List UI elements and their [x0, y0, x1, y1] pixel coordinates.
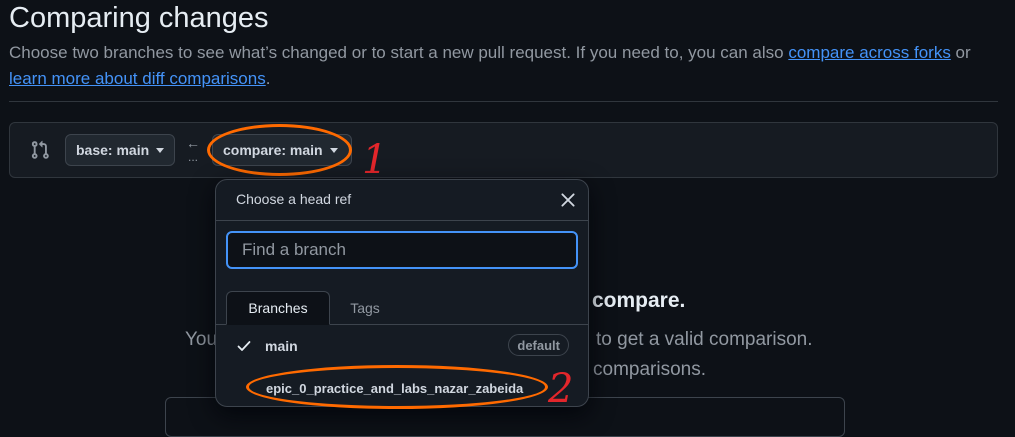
background-text: to get a valid comparison. — [596, 329, 813, 350]
annotation-number-1: 1 — [362, 137, 388, 183]
check-icon — [237, 341, 251, 351]
branch-item-main[interactable]: main default — [216, 326, 588, 366]
description-text-or: or — [950, 43, 971, 62]
caret-down-icon — [156, 147, 165, 153]
branch-item-label: main — [265, 338, 298, 354]
branch-filter-input[interactable] — [226, 231, 578, 269]
learn-more-link[interactable]: learn more about diff comparisons — [9, 69, 266, 88]
page-description: Choose two branches to see what’s change… — [9, 40, 1009, 92]
range-dots: ... — [188, 150, 199, 164]
annotation-number-2: 2 — [548, 366, 574, 412]
background-text: You — [185, 329, 218, 350]
menu-header: Choose a head ref — [216, 180, 588, 221]
close-icon[interactable] — [558, 190, 578, 210]
divider — [9, 101, 998, 102]
compare-across-forks-link[interactable]: compare across forks — [788, 43, 951, 62]
annotation-circle-2 — [246, 365, 548, 409]
git-compare-icon — [31, 140, 49, 159]
default-badge: default — [508, 334, 569, 356]
annotation-circle-1 — [207, 124, 352, 176]
description-text-end: . — [265, 69, 271, 88]
tab-tags[interactable]: Tags — [334, 291, 396, 325]
background-heading: compare. — [592, 289, 686, 312]
base-branch-label: base: main — [76, 142, 150, 158]
menu-title: Choose a head ref — [236, 191, 352, 207]
menu-tabs: Branches Tags — [216, 284, 588, 325]
base-branch-button[interactable]: base: main — [65, 134, 175, 166]
arrow-left-icon: ← — [186, 135, 200, 151]
background-text: comparisons. — [593, 359, 706, 380]
description-text: Choose two branches to see what’s change… — [9, 43, 789, 62]
page-title: Comparing changes — [9, 2, 269, 34]
tab-branches[interactable]: Branches — [226, 291, 330, 325]
